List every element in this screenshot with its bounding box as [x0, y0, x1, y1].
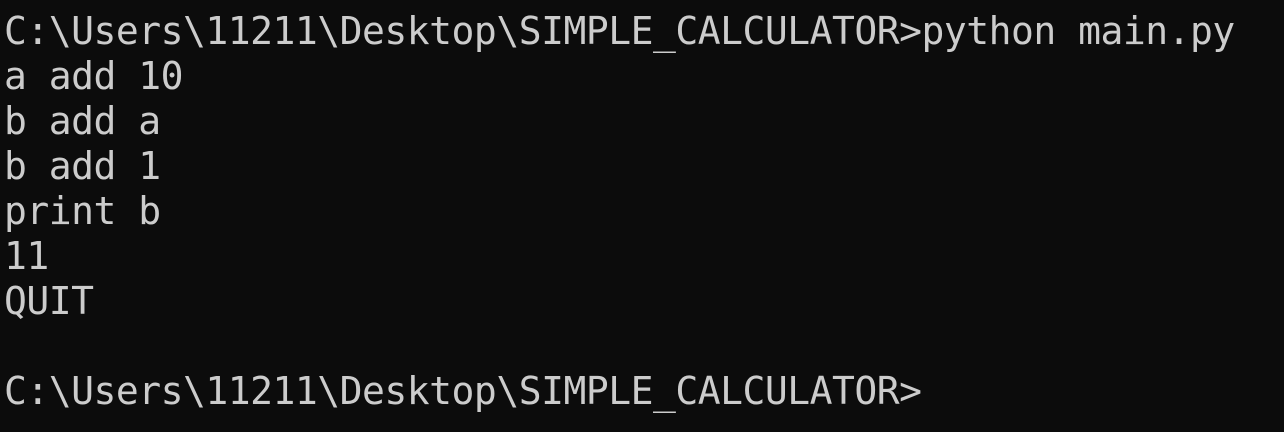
- command-line-run: C:\Users\11211\Desktop\SIMPLE_CALCULATOR…: [4, 9, 1235, 53]
- output-line-result: 11: [4, 234, 49, 278]
- input-line-b-add-1: b add 1: [4, 144, 161, 188]
- input-line-quit: QUIT: [4, 279, 94, 323]
- input-line-a-add-10: a add 10: [4, 54, 184, 98]
- input-line-b-add-a: b add a: [4, 99, 161, 143]
- command-prompt[interactable]: C:\Users\11211\Desktop\SIMPLE_CALCULATOR…: [0, 369, 1284, 414]
- input-line-print-b: print b: [4, 189, 161, 233]
- terminal-window[interactable]: C:\Users\11211\Desktop\SIMPLE_CALCULATOR…: [0, 0, 1284, 432]
